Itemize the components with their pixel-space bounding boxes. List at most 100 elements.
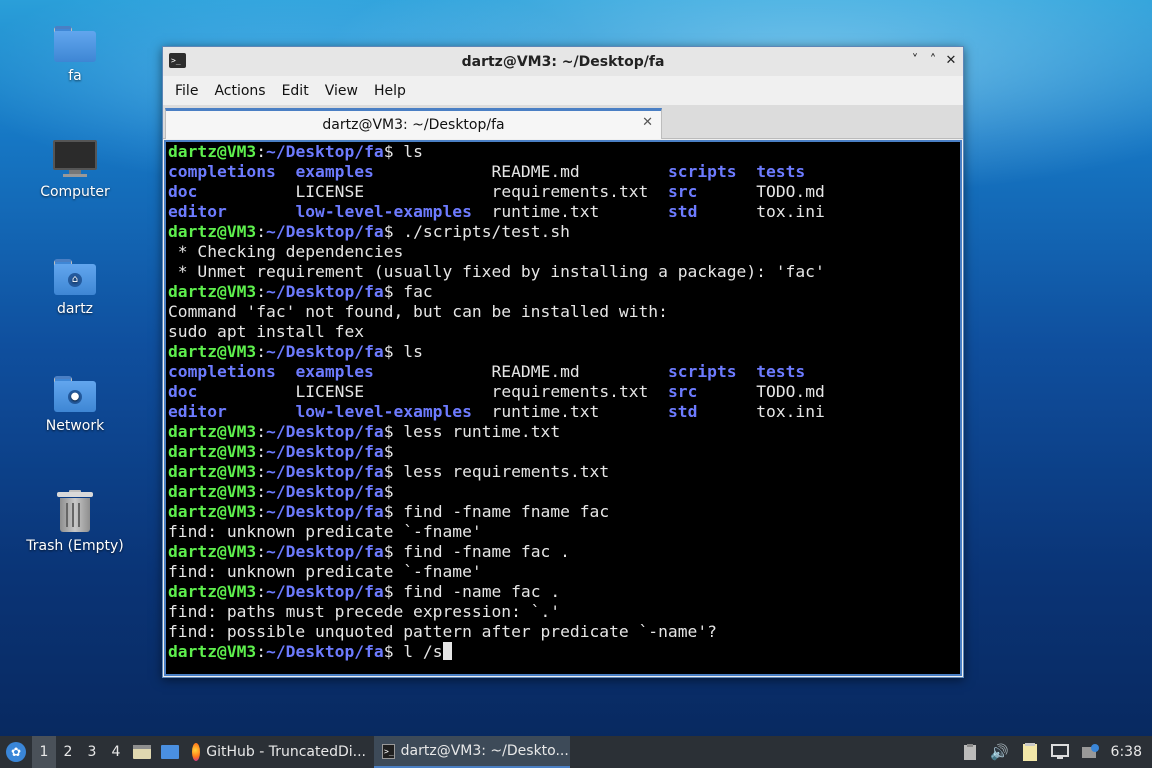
menu-edit[interactable]: Edit (274, 83, 317, 99)
prompt-user: dartz@VM3 (168, 142, 257, 161)
clipboard-icon[interactable] (955, 736, 985, 768)
close-button[interactable]: ✕ (942, 52, 960, 70)
terminal-line: dartz@VM3:~/Desktop/fa$ find -fname fnam… (168, 502, 960, 522)
prompt-user: dartz@VM3 (168, 582, 257, 601)
prompt-sep: : (256, 282, 267, 301)
desktop-icon-fa[interactable]: fa (20, 22, 130, 84)
workspace-1[interactable]: 1 (32, 736, 56, 768)
ls-directory: doc (168, 182, 198, 201)
menu-actions[interactable]: Actions (206, 83, 273, 99)
prompt-symbol: $ (383, 222, 394, 241)
tab-close-icon[interactable]: ✕ (642, 115, 653, 130)
desktop-icon-home[interactable]: ⌂ dartz (20, 255, 130, 317)
start-menu-button[interactable]: ✿ (0, 736, 32, 768)
task-label: GitHub - TruncatedDi... (206, 744, 366, 760)
workspace-4[interactable]: 4 (104, 736, 128, 768)
output-text: Command 'fac' not found, but can be inst… (168, 302, 668, 321)
output-text: sudo apt install fex (168, 322, 365, 341)
prompt-user: dartz@VM3 (168, 422, 257, 441)
command-text: l /s (393, 642, 443, 661)
terminal-line: dartz@VM3:~/Desktop/fa$ ./scripts/test.s… (168, 222, 960, 242)
terminal-line: Command 'fac' not found, but can be inst… (168, 302, 960, 322)
maximize-button[interactable]: ˄ (924, 52, 942, 70)
folder-icon (54, 26, 96, 62)
terminal-app-icon[interactable]: >_ (169, 53, 186, 68)
prompt-path: ~/Desktop/fa (266, 342, 384, 361)
menu-help[interactable]: Help (366, 83, 414, 99)
terminal-line: doc LICENSE requirements.txt src TODO.md (168, 182, 960, 202)
command-text: ls (393, 342, 423, 361)
menu-view[interactable]: View (317, 83, 366, 99)
window-title: dartz@VM3: ~/Desktop/fa (461, 53, 665, 70)
terminal-line: dartz@VM3:~/Desktop/fa$ ls (168, 142, 960, 162)
ls-file: tox.ini (756, 402, 825, 421)
tab-bar: dartz@VM3: ~/Desktop/fa ✕ (163, 106, 963, 139)
prompt-symbol: $ (383, 642, 394, 661)
task-terminal[interactable]: >_ dartz@VM3: ~/Deskto... (374, 736, 570, 768)
prompt-symbol: $ (383, 542, 394, 561)
workspace-2[interactable]: 2 (56, 736, 80, 768)
prompt-user: dartz@VM3 (168, 542, 257, 561)
prompt-symbol: $ (383, 342, 394, 361)
network-folder-icon: ● (54, 376, 96, 412)
prompt-sep: : (256, 482, 267, 501)
terminal-line: find: unknown predicate `-fname' (168, 522, 960, 542)
desktop-icon-computer[interactable]: Computer (20, 140, 130, 200)
workspace-3[interactable]: 3 (80, 736, 104, 768)
desktop-icon-label: Computer (40, 184, 110, 200)
prompt-user: dartz@VM3 (168, 282, 257, 301)
ls-directory: low-level-examples (295, 202, 472, 221)
ls-file: requirements.txt (491, 182, 649, 201)
prompt-user: dartz@VM3 (168, 462, 257, 481)
desktop-icon-label: Trash (Empty) (26, 538, 124, 554)
prompt-sep: : (256, 542, 267, 561)
desktop-icon-label: Network (45, 418, 105, 434)
menu-file[interactable]: File (167, 83, 206, 99)
ls-file: TODO.md (756, 182, 825, 201)
prompt-symbol: $ (383, 422, 394, 441)
minimize-button[interactable]: ˅ (906, 52, 924, 70)
notification-icon[interactable] (1075, 736, 1105, 768)
output-text: find: unknown predicate `-fname' (168, 522, 482, 541)
prompt-path: ~/Desktop/fa (266, 442, 384, 461)
terminal-line: sudo apt install fex (168, 322, 960, 342)
terminal-tab[interactable]: dartz@VM3: ~/Desktop/fa ✕ (165, 108, 662, 139)
show-desktop-icon[interactable] (156, 736, 184, 768)
ls-file: TODO.md (756, 382, 825, 401)
desktop-icon-trash[interactable]: Trash (Empty) (20, 490, 130, 554)
volume-icon[interactable]: 🔊 (985, 736, 1015, 768)
output-text: find: paths must precede expression: `.' (168, 602, 561, 621)
prompt-user: dartz@VM3 (168, 222, 257, 241)
terminal-line: dartz@VM3:~/Desktop/fa$ (168, 442, 960, 462)
trash-icon (57, 490, 93, 532)
output-text: * Checking dependencies (168, 242, 404, 261)
command-text: find -name fac . (393, 582, 561, 601)
terminal-line: editor low-level-examples runtime.txt st… (168, 402, 960, 422)
desktop-icon-network[interactable]: ● Network (20, 372, 130, 434)
output-text: find: unknown predicate `-fname' (168, 562, 482, 581)
file-manager-icon[interactable] (128, 736, 156, 768)
ls-directory: std (667, 202, 698, 221)
ls-file: requirements.txt (491, 382, 649, 401)
prompt-path: ~/Desktop/fa (266, 502, 384, 521)
ls-file: README.md (491, 362, 580, 381)
terminal-line: dartz@VM3:~/Desktop/fa$ l /s (168, 642, 960, 662)
terminal-line: dartz@VM3:~/Desktop/fa$ less runtime.txt (168, 422, 960, 442)
ls-directory: tests (756, 362, 806, 381)
window-titlebar[interactable]: >_ dartz@VM3: ~/Desktop/fa ˅ ˄ ✕ (163, 47, 963, 76)
desktop-icon-label: dartz (56, 301, 94, 317)
prompt-user: dartz@VM3 (168, 442, 257, 461)
command-text: less requirements.txt (393, 462, 610, 481)
firefox-icon (192, 743, 201, 761)
terminal-icon: >_ (382, 743, 395, 759)
ls-directory: doc (168, 382, 198, 401)
clock[interactable]: 6:38 (1105, 744, 1152, 760)
prompt-path: ~/Desktop/fa (266, 142, 384, 161)
ls-directory: examples (295, 162, 374, 181)
ls-file: tox.ini (756, 202, 825, 221)
notes-icon[interactable] (1015, 736, 1045, 768)
ls-directory: scripts (667, 162, 737, 181)
task-firefox[interactable]: GitHub - TruncatedDi... (184, 736, 374, 768)
network-status-icon[interactable] (1045, 736, 1075, 768)
terminal-output[interactable]: dartz@VM3:~/Desktop/fa$ ls completions ex… (164, 140, 962, 676)
